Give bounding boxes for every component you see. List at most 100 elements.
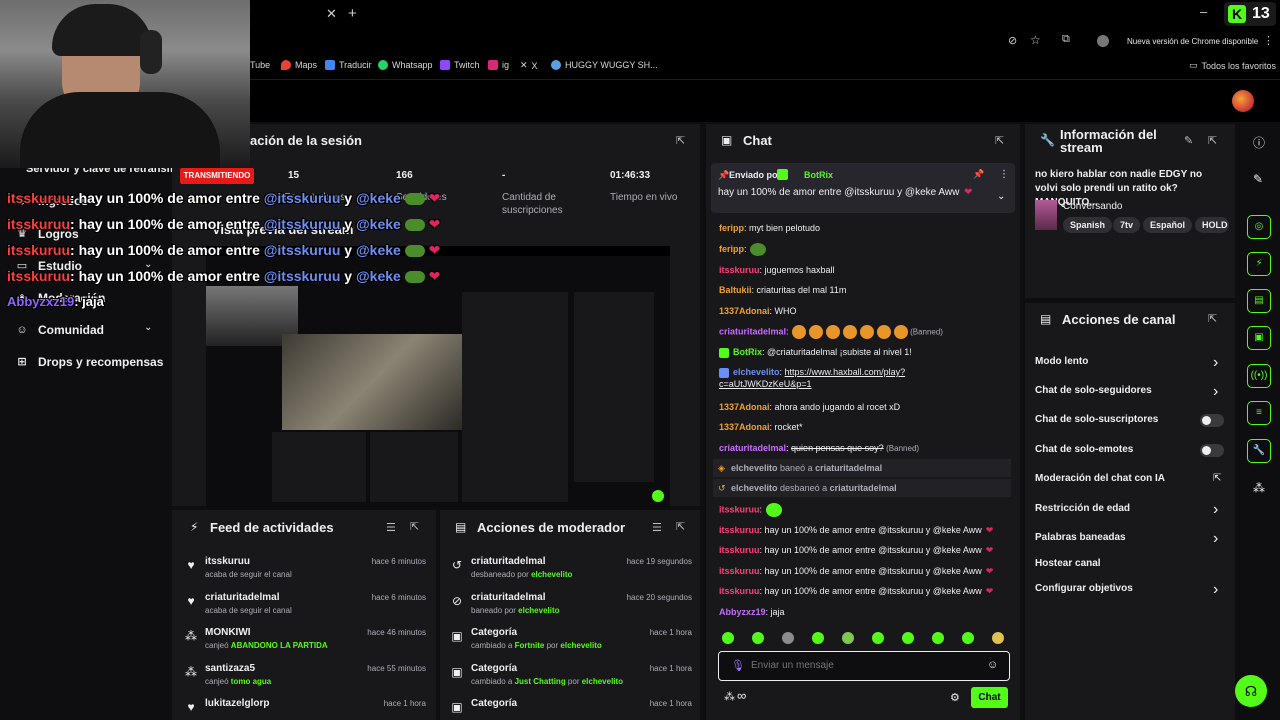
- toggle-switch[interactable]: [1200, 444, 1224, 457]
- mod-row-sub: desbaneado por elchevelito: [471, 570, 572, 579]
- close-tab-icon[interactable]: ✕: [326, 6, 337, 22]
- rail-list-icon[interactable]: ≡: [1247, 401, 1271, 425]
- chat-mod-event: ◈ elchevelito baneó a criaturitadelmal: [713, 459, 1011, 477]
- tag-chip[interactable]: 7tv: [1113, 217, 1141, 233]
- chat-username: feripp: [719, 244, 745, 254]
- chat-message-text: :: [759, 504, 763, 515]
- emote-shortcut-icon[interactable]: [932, 632, 944, 644]
- infinity-icon: ∞: [737, 688, 747, 703]
- star-icon[interactable]: ☆: [1030, 33, 1041, 47]
- bookmark-ig[interactable]: ig: [488, 60, 509, 70]
- chevron-right-icon[interactable]: ›: [1213, 354, 1218, 372]
- user-avatar[interactable]: [1232, 90, 1254, 112]
- chat-message: itsskuruu: juguemos haxball: [719, 264, 1011, 276]
- new-tab-icon[interactable]: +: [348, 5, 357, 22]
- pin-icon[interactable]: 📌: [973, 169, 984, 180]
- kick-extension-badge[interactable]: K 13: [1224, 2, 1276, 26]
- feed-row-sub: acaba de seguir el canal: [205, 606, 292, 615]
- filter-icon[interactable]: ☰: [386, 521, 396, 534]
- chevron-right-icon[interactable]: ›: [1213, 383, 1218, 401]
- emote-shortcut-icon[interactable]: [812, 632, 824, 644]
- support-headset-icon[interactable]: ☊: [1235, 675, 1267, 707]
- eye-off-icon[interactable]: ⊘: [1008, 34, 1017, 47]
- green-emote-icon: [766, 503, 783, 517]
- toggle-switch[interactable]: [1200, 414, 1224, 427]
- mic-icon[interactable]: 🎙: [731, 659, 745, 672]
- tag-chip[interactable]: HOLD: [1195, 217, 1229, 233]
- filter-icon[interactable]: ☰: [652, 521, 662, 534]
- popout-icon[interactable]: ⇱: [995, 134, 1004, 147]
- bookmark-twitch[interactable]: Twitch: [440, 60, 480, 70]
- twitch-icon: [440, 60, 450, 70]
- rail-target-icon[interactable]: ◎: [1247, 215, 1271, 239]
- chrome-update-label[interactable]: Nueva versión de Chrome disponible: [1127, 37, 1258, 46]
- info-icon[interactable]: ⓘ: [1253, 134, 1265, 151]
- emoji-icon[interactable]: ☺: [987, 659, 998, 671]
- rail-wrench-icon[interactable]: 🔧: [1247, 439, 1271, 463]
- emote-shortcut-icon[interactable]: [992, 632, 1004, 644]
- stream-preview[interactable]: [206, 246, 670, 508]
- chat-username: criaturitadelmal: [719, 326, 787, 337]
- chevron-down-icon[interactable]: ⌄: [997, 191, 1005, 202]
- chevron-right-icon[interactable]: ›: [1213, 501, 1218, 519]
- chat-send-button[interactable]: Chat: [971, 687, 1008, 708]
- external-link-icon[interactable]: ⇱: [1213, 473, 1221, 484]
- feed-row-name: criaturitadelmal: [205, 592, 280, 603]
- emote-shortcut-icon[interactable]: [902, 632, 914, 644]
- rail-broadcast-icon[interactable]: ((•)): [1247, 364, 1271, 388]
- overlay-chat-line: itsskuruu: hay un 100% de amor entre @it…: [7, 242, 441, 258]
- kebab-icon[interactable]: ⋮: [999, 169, 1009, 180]
- chevron-down-icon[interactable]: ⌄: [144, 322, 152, 333]
- tag-chip[interactable]: Español: [1143, 217, 1193, 233]
- rail-bolt-icon[interactable]: ⚡: [1247, 252, 1271, 276]
- channel-action-label: Chat de solo-seguidores: [1035, 385, 1152, 396]
- emote-shortcut-icon[interactable]: [962, 632, 974, 644]
- bookmark-all[interactable]: ▭ Todos los favoritos: [1189, 60, 1276, 71]
- emote-shortcut-icon[interactable]: [782, 632, 794, 644]
- bookmark-x[interactable]: ✕ X: [520, 60, 538, 71]
- nav-item-comunidad[interactable]: ☺ Comunidad: [16, 323, 104, 337]
- popout-icon[interactable]: ⇱: [1208, 312, 1217, 325]
- edit-icon[interactable]: ✎: [1184, 134, 1193, 147]
- points-icon[interactable]: ⁂: [1253, 481, 1265, 495]
- pencil-icon[interactable]: ✎: [1253, 172, 1263, 186]
- rail-chat-icon[interactable]: ▣: [1247, 326, 1271, 350]
- bookmark-whatsapp[interactable]: Whatsapp: [378, 60, 433, 70]
- emote-shortcut-icon[interactable]: [722, 632, 734, 644]
- minimize-icon[interactable]: –: [1200, 4, 1207, 19]
- popout-icon[interactable]: ⇱: [1208, 134, 1217, 147]
- ban-shield-icon: ◈: [718, 463, 725, 473]
- mod-row-sub-text: baneado por: [471, 606, 519, 615]
- points-icon[interactable]: ⁂: [724, 690, 735, 703]
- mod-event-target: criaturitadelmal: [815, 463, 883, 473]
- extensions-icon[interactable]: ⧉: [1062, 33, 1070, 46]
- chat-link[interactable]: c=aUtJWKDzKeU&p=1: [719, 379, 812, 389]
- bookmark-youtube[interactable]: Tube: [250, 60, 270, 70]
- popout-icon[interactable]: ⇱: [676, 134, 685, 147]
- chat-input[interactable]: [751, 657, 981, 674]
- rail-clipboard-icon[interactable]: ▤: [1247, 289, 1271, 313]
- profile-icon[interactable]: [1097, 35, 1109, 47]
- emote-shortcut-icon[interactable]: [842, 632, 854, 644]
- nav-item-drops[interactable]: ⊞ Drops y recompensas: [16, 355, 163, 369]
- feed-row-sub: acaba de seguir el canal: [205, 570, 292, 579]
- bookmark-huggy[interactable]: HUGGY WUGGY SH...: [551, 60, 658, 70]
- bookmark-traducir[interactable]: Traducir: [325, 60, 372, 70]
- feed-row-time: hace 1 hora: [383, 699, 426, 708]
- tag-chip[interactable]: Spanish: [1063, 217, 1113, 233]
- category-name[interactable]: Conversando: [1063, 201, 1122, 212]
- popout-icon[interactable]: ⇱: [410, 520, 419, 533]
- chevron-right-icon[interactable]: ›: [1213, 530, 1218, 548]
- activity-feed-panel: [172, 510, 436, 720]
- chevron-right-icon[interactable]: ›: [1213, 581, 1218, 599]
- chat-link[interactable]: https://www.haxball.com/play?: [785, 367, 906, 377]
- gear-icon[interactable]: ⚙: [950, 691, 960, 704]
- popout-icon[interactable]: ⇱: [676, 520, 685, 533]
- pinned-message[interactable]: 📌 Enviado por BotRix 📌 ⋮ hay un 100% de …: [711, 163, 1015, 213]
- emote-shortcut-icon[interactable]: [872, 632, 884, 644]
- heart-icon: ❤: [985, 545, 994, 555]
- bookmark-maps[interactable]: Maps: [281, 60, 317, 70]
- menu-kebab-icon[interactable]: ⋮: [1263, 34, 1274, 47]
- emote-shortcut-icon[interactable]: [752, 632, 764, 644]
- app-root: ✕ + – K 13 ⊘ ☆ ⧉ Nueva versión de Chrome…: [0, 0, 1280, 720]
